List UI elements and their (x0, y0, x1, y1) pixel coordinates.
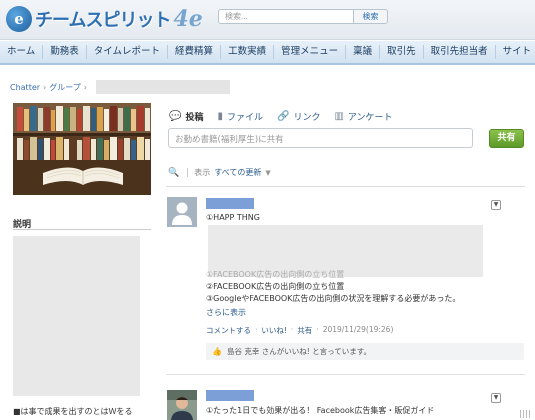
feed-divider (166, 186, 525, 187)
post-menu-dropdown[interactable]: ▼ (491, 200, 501, 210)
tab-post[interactable]: 💬 投稿 (169, 110, 203, 123)
logo-suffix: 4e (173, 6, 203, 32)
breadcrumb-chatter[interactable]: Chatter (10, 83, 40, 92)
post-line: ②FACEBOOK広告の出向側の立ち位置 (206, 282, 345, 291)
resize-handle-icon (520, 410, 532, 418)
post-actions: コメントする · いいね! · 共有 · 2019/11/29(19:26) (206, 325, 393, 336)
thumbs-up-icon: 👍 (212, 347, 222, 356)
redacted-author-name[interactable] (206, 390, 254, 401)
tab-post-label: 投稿 (185, 113, 204, 123)
description-divider (13, 229, 151, 230)
separator-dot: · (290, 325, 294, 334)
filter-divider (187, 168, 189, 177)
search-input[interactable]: 検索... (218, 9, 354, 24)
tab-link[interactable]: 🔗 リンク (277, 110, 320, 123)
nav-item-time-report[interactable]: タイムレポート (87, 45, 169, 59)
poll-icon: ▥ (334, 111, 344, 122)
tab-link-label: リンク (293, 113, 321, 123)
breadcrumb-groups[interactable]: グループ (49, 82, 81, 93)
tab-poll[interactable]: ▥ アンケート (334, 110, 392, 123)
breadcrumb-separator: › (83, 82, 87, 92)
nav-item-admin-menu[interactable]: 管理メニュー (274, 45, 347, 59)
post-line: ①HAPP THNG (206, 213, 260, 222)
show-more-link[interactable]: さらに表示 (206, 307, 246, 318)
like-link[interactable]: いいね! (261, 325, 287, 336)
post-line: ①たった1日でも効果が出る！ Facebook広告集客・販促ガイド (206, 406, 435, 415)
post-line: ①FACEBOOK広告の出向側の立ち位置 (206, 270, 345, 279)
post-input[interactable]: お勤め書籍(福利厚生)に共有 (168, 128, 473, 148)
logo-text: チームスピリット (35, 10, 171, 31)
breadcrumb: Chatter › グループ › (10, 80, 230, 94)
separator-dot: · (316, 325, 319, 334)
nav-item-contacts[interactable]: 取引先担当者 (424, 45, 496, 59)
group-photo (13, 103, 151, 195)
user-photo (167, 390, 197, 420)
separator-dot: · (255, 325, 258, 334)
nav-item-accounts[interactable]: 取引先 (380, 45, 424, 59)
nav-item-sites[interactable]: サイト (496, 45, 535, 59)
tab-file-label: ファイル (226, 113, 263, 123)
search-icon[interactable]: 🔍 (168, 168, 179, 178)
tab-file[interactable]: ▮ ファイル (217, 110, 263, 123)
likes-text: 島谷 克幸 さんがいいね! と言っています。 (226, 347, 372, 356)
nav-item-expense[interactable]: 経費精算 (168, 45, 222, 59)
redacted-description (13, 236, 140, 396)
nav-item-timesheet[interactable]: 勤務表 (43, 45, 87, 59)
speech-bubble-icon: 💬 (169, 111, 182, 122)
post-line: ③GoogleやFACEBOOK広告の出向側の状況を理解する必要があった。 (206, 294, 461, 303)
file-icon: ▮ (217, 111, 223, 122)
feed-filter: 🔍 表示 すべての更新 ▼ (168, 167, 271, 178)
app-header: e チームスピリット 4e 検索... 検索 (0, 0, 535, 40)
share-link[interactable]: 共有 (297, 325, 312, 336)
avatar[interactable] (167, 390, 197, 420)
bookshelf-image (13, 103, 151, 195)
redacted-author-name[interactable] (206, 198, 254, 209)
nav-item-approval[interactable]: 稟議 (346, 45, 381, 59)
post-timestamp[interactable]: 2019/11/29(19:26) (323, 325, 394, 336)
logo-mark-icon: e (6, 6, 32, 32)
default-user-icon (167, 197, 197, 227)
search-button[interactable]: 検索 (354, 9, 388, 24)
post-menu-dropdown[interactable]: ▼ (491, 393, 501, 403)
description-tail-text: ■は事で成果を出すのとはＷをる (13, 407, 133, 416)
tab-poll-label: アンケート (347, 113, 393, 123)
nav-item-home[interactable]: ホーム (0, 45, 44, 59)
nav-item-work-hours[interactable]: 工数実績 (221, 45, 275, 59)
publisher-tabs: 💬 投稿 ▮ ファイル 🔗 リンク ▥ アンケート (169, 110, 407, 123)
chevron-down-icon[interactable]: ▼ (265, 169, 270, 177)
filter-select[interactable]: すべての更新 (214, 167, 261, 178)
comment-link[interactable]: コメントする (206, 325, 251, 336)
feed-divider (166, 374, 525, 375)
avatar[interactable] (167, 197, 197, 227)
share-button[interactable]: 共有 (489, 129, 524, 148)
likes-bar: 👍 島谷 克幸 さんがいいね! と言っています。 (206, 343, 524, 360)
main-nav: ホーム 勤務表 タイムレポート 経費精算 工数実績 管理メニュー 稟議 取引先 … (0, 41, 535, 65)
app-logo[interactable]: e チームスピリット 4e (6, 5, 203, 33)
redacted-group-name (95, 80, 230, 94)
breadcrumb-separator: › (43, 82, 47, 92)
filter-label: 表示 (194, 168, 211, 177)
link-icon: 🔗 (277, 111, 290, 122)
